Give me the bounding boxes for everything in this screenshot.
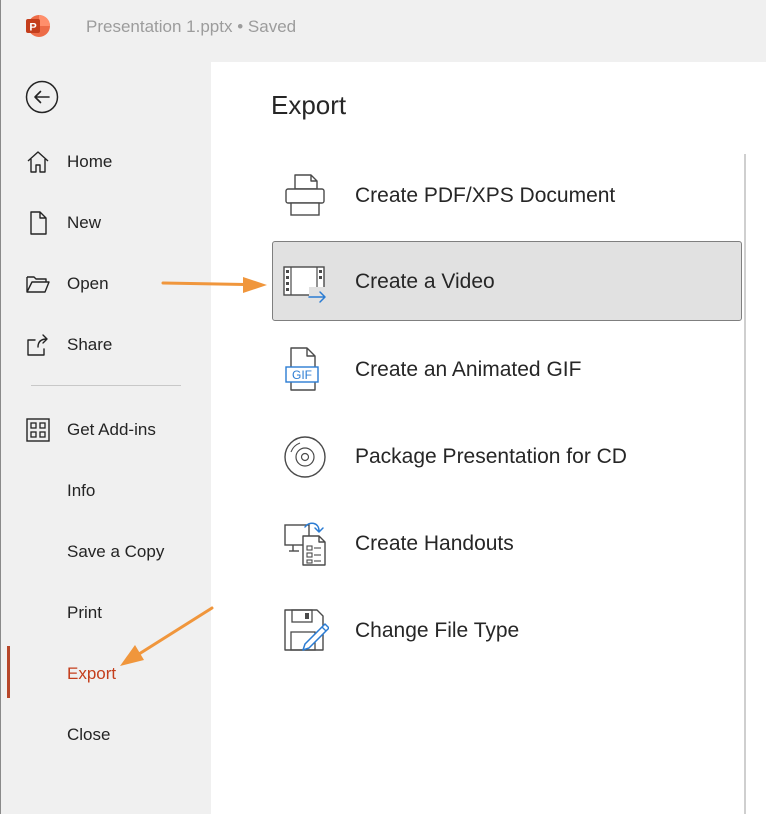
backstage-window: P Presentation 1.pptx • Saved Home New O… xyxy=(0,0,766,814)
cd-icon xyxy=(284,436,326,478)
change-file-type-icon xyxy=(284,609,329,651)
sidebar-item-label: Export xyxy=(67,664,117,683)
sidebar-item-open[interactable]: Open xyxy=(25,264,195,304)
option-change-file-type[interactable]: Change File Type xyxy=(272,590,742,670)
sidebar-item-label: Save a Copy xyxy=(67,542,165,561)
option-create-handouts[interactable]: Create Handouts xyxy=(272,503,742,583)
option-label: Create an Animated GIF xyxy=(355,358,582,381)
scrollbar[interactable] xyxy=(744,154,746,814)
svg-text:P: P xyxy=(29,22,36,34)
option-label: Create Handouts xyxy=(355,532,514,555)
sidebar-item-label: Print xyxy=(67,603,102,622)
sidebar-item-label: Share xyxy=(67,335,113,354)
sidebar-item-home[interactable]: Home xyxy=(25,142,195,182)
open-folder-icon xyxy=(25,269,55,299)
sidebar-item-new[interactable]: New xyxy=(25,203,195,243)
powerpoint-logo-icon: P xyxy=(26,15,50,37)
sidebar-item-label: Home xyxy=(67,152,113,171)
document-title: Presentation 1.pptx • Saved xyxy=(86,17,297,36)
sidebar-divider xyxy=(31,385,181,386)
sidebar-item-print[interactable]: Print xyxy=(25,593,195,633)
option-package-for-cd[interactable]: Package Presentation for CD xyxy=(272,416,742,496)
sidebar-item-get-add-ins[interactable]: Get Add-ins xyxy=(25,410,195,450)
sidebar-item-label: Get Add-ins xyxy=(67,420,156,439)
title-bar: P Presentation 1.pptx • Saved xyxy=(0,0,766,54)
gif-icon: GIF xyxy=(285,347,319,391)
option-label: Package Presentation for CD xyxy=(355,445,627,468)
back-arrow-icon[interactable] xyxy=(25,80,59,114)
active-item-indicator xyxy=(7,646,10,698)
sidebar-item-save-a-copy[interactable]: Save a Copy xyxy=(25,532,195,572)
sidebar-item-info[interactable]: Info xyxy=(25,471,195,511)
sidebar-item-export[interactable]: Export xyxy=(25,654,195,694)
option-create-animated-gif[interactable]: GIF Create an Animated GIF xyxy=(272,329,742,409)
new-document-icon xyxy=(25,208,55,238)
pdf-printer-icon xyxy=(285,174,325,216)
sidebar-item-label: Close xyxy=(67,725,111,744)
page-title: Export xyxy=(271,90,347,120)
video-film-icon xyxy=(283,266,327,303)
option-create-video[interactable]: Create a Video xyxy=(272,241,742,321)
sidebar-item-label: Info xyxy=(67,481,96,500)
sidebar-item-label: Open xyxy=(67,274,109,293)
option-label: Change File Type xyxy=(355,619,520,642)
share-icon xyxy=(25,330,55,360)
gif-badge: GIF xyxy=(292,368,312,382)
sidebar-item-label: New xyxy=(67,213,102,232)
option-label: Create a Video xyxy=(355,270,495,293)
sidebar-item-close[interactable]: Close xyxy=(25,715,195,755)
option-create-pdf-xps[interactable]: Create PDF/XPS Document xyxy=(272,155,742,235)
handouts-icon xyxy=(284,522,326,566)
window-border xyxy=(0,0,1,814)
sidebar-item-share[interactable]: Share xyxy=(25,325,195,365)
add-ins-icon xyxy=(25,415,55,445)
home-icon xyxy=(25,147,55,177)
save-status: Saved xyxy=(247,17,297,36)
option-label: Create PDF/XPS Document xyxy=(355,184,616,207)
